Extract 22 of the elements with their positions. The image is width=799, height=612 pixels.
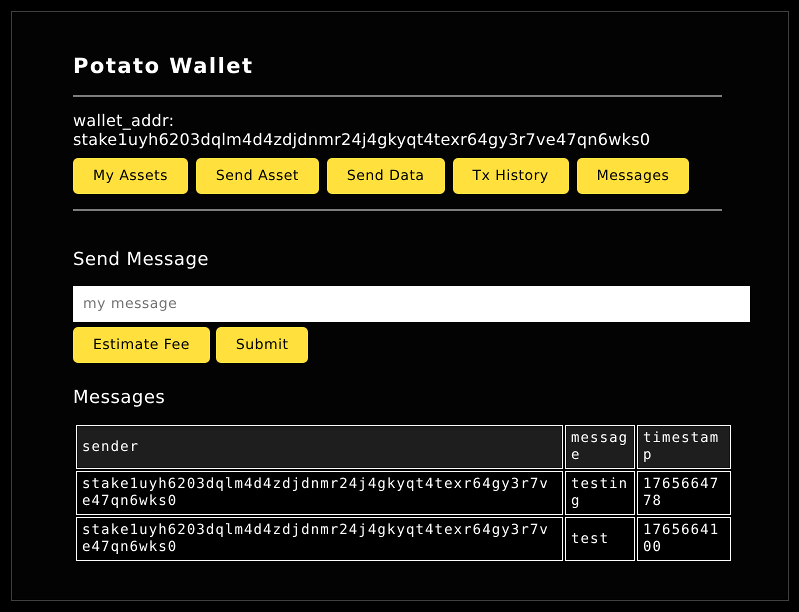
column-header: message — [565, 425, 635, 469]
action-button[interactable]: Estimate Fee — [73, 327, 210, 363]
table-cell: stake1uyh6203dqlm4d4zdjdnmr24j4gkyqt4texr64gy3r7ve47qn6wks0 — [76, 517, 563, 561]
table-cell: 1765664778 — [637, 471, 731, 515]
nav-button[interactable]: My Assets — [73, 158, 188, 194]
table-cell: 1765664100 — [637, 517, 731, 561]
nav-button[interactable]: Send Data — [326, 158, 445, 194]
table-cell: test — [565, 517, 635, 561]
column-header: sender — [76, 425, 563, 469]
nav-button[interactable]: Tx History — [452, 158, 569, 194]
message-input[interactable]: my message — [73, 286, 750, 322]
action-button[interactable]: Submit — [216, 327, 308, 363]
column-header: timestamp — [637, 425, 731, 469]
table-cell: testing — [565, 471, 635, 515]
section-heading: Messages — [73, 387, 166, 409]
nav-button[interactable]: Send Asset — [196, 158, 319, 194]
app-title: Potato Wallet — [73, 53, 255, 80]
section-heading: Send Message — [73, 249, 210, 271]
wallet-label: wallet_addr: — [73, 111, 176, 130]
wallet-address: stake1uyh6203dqlm4d4zdjdnmr24j4gkyqt4texr64gy3r7ve47qn6wks0 — [73, 130, 652, 149]
nav-button[interactable]: Messages — [576, 158, 690, 194]
table-cell: stake1uyh6203dqlm4d4zdjdnmr24j4gkyqt4texr64gy3r7ve47qn6wks0 — [76, 471, 563, 515]
